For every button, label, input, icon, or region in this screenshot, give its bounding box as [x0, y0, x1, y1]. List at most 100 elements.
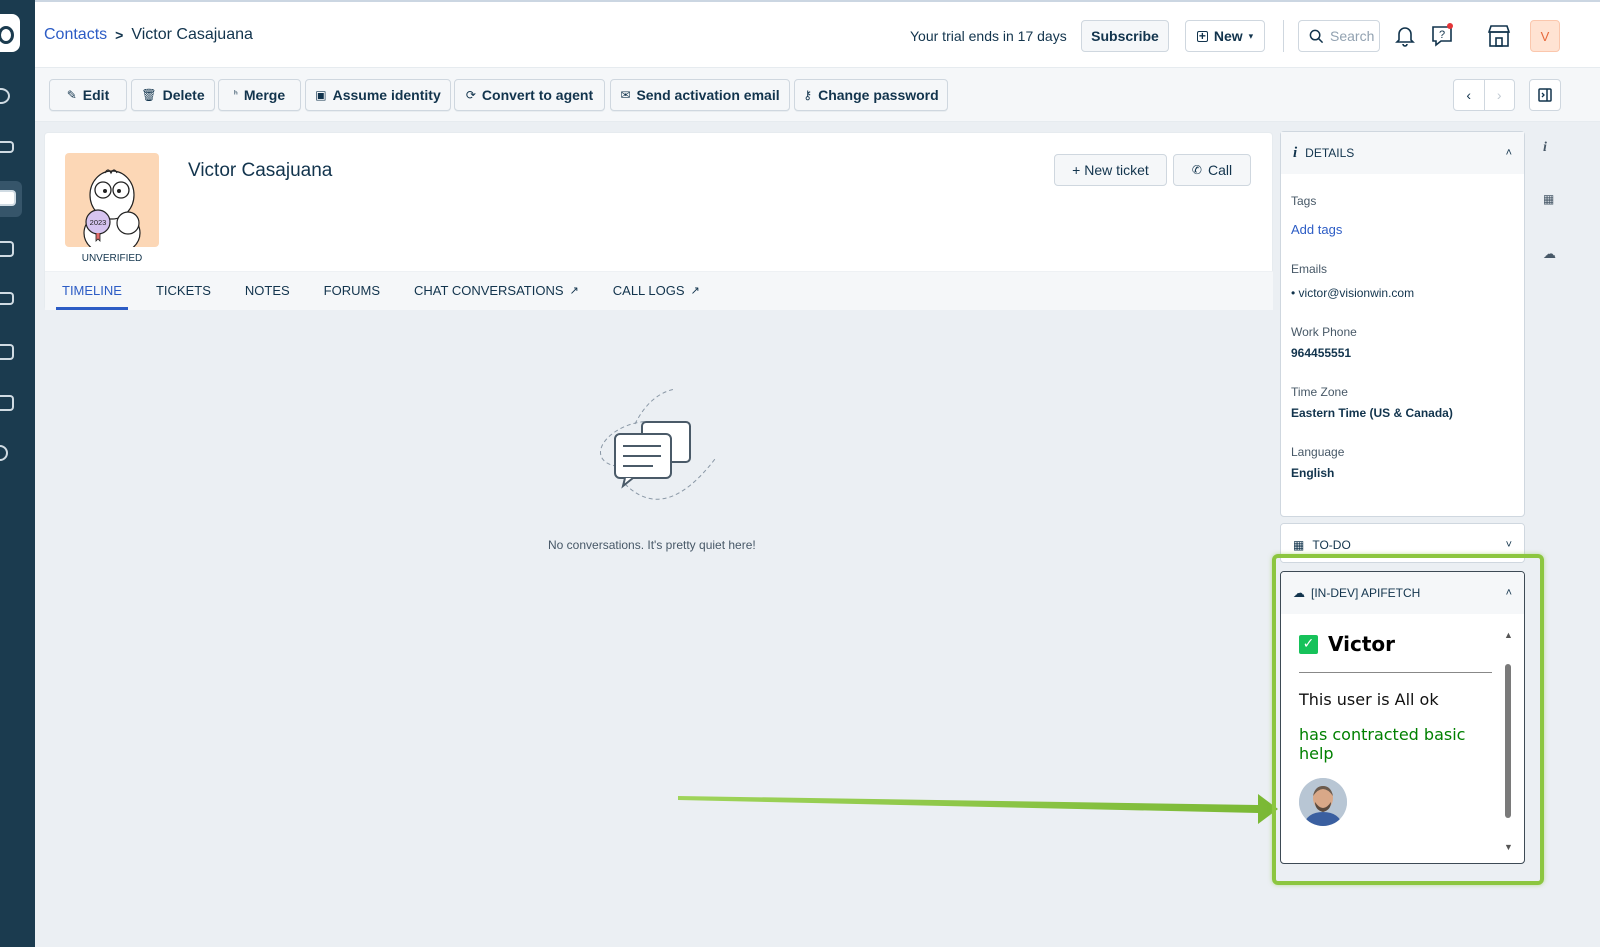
tab-call-logs[interactable]: CALL LOGS ↗ — [596, 272, 717, 310]
help-icon[interactable]: ? — [1429, 22, 1457, 50]
tab-timeline[interactable]: TIMELINE — [45, 272, 139, 310]
tab-forums[interactable]: FORUMS — [307, 272, 397, 310]
breadcrumb: Contacts > Victor Casajuana — [44, 26, 253, 44]
convert-to-agent-button[interactable]: ⟳ Convert to agent — [454, 79, 605, 111]
call-button[interactable]: ✆ Call — [1173, 154, 1251, 186]
apifetch-title: [IN-DEV] APIFETCH — [1311, 586, 1421, 600]
contact-profile-card: 2023 UNVERIFIED Victor Casajuana + New t… — [44, 132, 1273, 310]
cloud-icon: ☁ — [1293, 586, 1305, 600]
phone-icon: ✆ — [1191, 163, 1202, 177]
tickets-icon[interactable] — [0, 141, 14, 153]
scroll-up-icon[interactable]: ▲ — [1504, 630, 1513, 640]
marketplace-store-icon[interactable] — [1485, 22, 1513, 50]
time-zone-value: Eastern Time (US & Canada) — [1291, 406, 1453, 420]
language-label: Language — [1291, 445, 1345, 459]
apifetch-user-name: Victor — [1328, 632, 1396, 656]
tab-tickets[interactable]: TICKETS — [139, 272, 228, 310]
info-icon: i — [1293, 144, 1298, 161]
edit-icon: ✎ — [66, 88, 77, 102]
search-input[interactable]: Search — [1298, 20, 1380, 52]
tab-notes[interactable]: NOTES — [228, 272, 307, 310]
chevron-up-icon[interactable]: ˄ — [1506, 587, 1512, 599]
groups-icon[interactable] — [0, 344, 14, 360]
add-tags-link[interactable]: Add tags — [1291, 222, 1342, 237]
edit-label: Edit — [82, 87, 110, 103]
apifetch-status-text: This user is All ok — [1299, 690, 1439, 709]
assume-identity-button[interactable]: ▣ Assume identity — [305, 79, 451, 111]
key-icon: ⚷ — [803, 88, 813, 102]
verification-status: UNVERIFIED — [81, 253, 143, 264]
new-label: New — [1213, 28, 1243, 44]
change-password-button[interactable]: ⚷ Change password — [794, 79, 948, 111]
tab-chat-conversations[interactable]: CHAT CONVERSATIONS ↗ — [397, 272, 596, 310]
edit-button[interactable]: ✎ Edit — [49, 79, 127, 111]
apifetch-contract-text: has contracted basic help — [1299, 725, 1466, 763]
send-activation-email-label: Send activation email — [636, 87, 780, 103]
bullet-icon: • — [1291, 286, 1299, 300]
user-heading: ✓ Victor — [1299, 632, 1395, 656]
change-password-label: Change password — [818, 87, 939, 103]
breadcrumb-separator-icon: > — [115, 27, 124, 43]
cloud-rail-icon[interactable]: ☁ — [1543, 246, 1556, 262]
convert-icon: ⟳ — [465, 88, 476, 102]
breadcrumb-contacts-link[interactable]: Contacts — [44, 26, 107, 44]
tags-label: Tags — [1291, 194, 1317, 208]
chevron-down-icon[interactable]: ˅ — [1506, 539, 1512, 551]
sidebar-toggle-icon[interactable] — [1529, 79, 1561, 111]
svg-text:?: ? — [1439, 29, 1445, 41]
forums-icon[interactable] — [0, 292, 14, 305]
tab-label: CALL LOGS — [612, 283, 685, 298]
email-value: • victor@visionwin.com — [1291, 286, 1414, 300]
scroll-down-icon[interactable]: ▼ — [1504, 842, 1513, 852]
apifetch-scrollbar[interactable]: ▲ ▼ — [1504, 630, 1513, 852]
scroll-thumb[interactable] — [1505, 664, 1511, 818]
email-text: victor@visionwin.com — [1298, 286, 1415, 300]
user-avatar[interactable]: V — [1530, 20, 1560, 52]
convert-to-agent-label: Convert to agent — [481, 87, 594, 103]
work-phone-label: Work Phone — [1291, 325, 1357, 339]
subscribe-label: Subscribe — [1091, 28, 1159, 44]
todo-title: TO-DO — [1312, 538, 1351, 552]
delete-label: Delete — [162, 87, 205, 103]
info-rail-icon[interactable]: i — [1543, 140, 1547, 156]
delete-button[interactable]: 🗑 Delete — [131, 79, 215, 111]
next-record-chevron-icon[interactable]: › — [1483, 80, 1515, 110]
merge-button[interactable]: ᑋ Merge — [218, 79, 301, 111]
dashboard-icon[interactable] — [0, 88, 10, 104]
breadcrumb-current: Victor Casajuana — [131, 26, 253, 43]
assume-identity-label: Assume identity — [332, 87, 441, 103]
apifetch-panel-header[interactable]: ☁ [IN-DEV] APIFETCH ˄ — [1281, 572, 1524, 614]
chevron-up-icon[interactable]: ˄ — [1506, 147, 1512, 159]
subscribe-button[interactable]: Subscribe — [1081, 20, 1169, 52]
new-button[interactable]: + New ▾ — [1185, 20, 1265, 52]
external-link-icon: ↗ — [690, 285, 700, 297]
contact-avatar: 2023 — [65, 153, 159, 247]
details-panel: i DETAILS ˄ Tags Add tags Emails • victo… — [1280, 131, 1525, 517]
calendar-rail-icon[interactable]: ▦ — [1543, 192, 1554, 206]
notifications-bell-icon[interactable] — [1391, 22, 1419, 50]
search-placeholder: Search — [1330, 28, 1375, 44]
send-activation-email-button[interactable]: ✉ Send activation email — [610, 79, 790, 111]
record-pager: ‹ › — [1453, 79, 1515, 111]
contact-tabs: TIMELINE TICKETS NOTES FORUMS CHAT CONVE… — [45, 271, 1273, 310]
apifetch-content: ✓ Victor This user is All ok has contrac… — [1281, 614, 1503, 863]
search-icon — [1309, 29, 1324, 43]
apifetch-user-avatar — [1299, 778, 1347, 826]
details-panel-header[interactable]: i DETAILS ˄ — [1281, 132, 1524, 174]
tab-label: FORUMS — [323, 283, 381, 298]
external-link-icon: ↗ — [569, 285, 579, 297]
header-divider — [1283, 20, 1284, 52]
app-logo-icon[interactable] — [0, 14, 20, 52]
empty-conversations-icon — [599, 388, 716, 500]
annotation-arrow — [678, 794, 1278, 824]
identity-icon: ▣ — [315, 88, 327, 102]
solutions-icon[interactable] — [0, 241, 14, 257]
calendar-icon: ▦ — [1293, 538, 1305, 552]
contacts-icon[interactable] — [0, 190, 16, 206]
tab-label: TICKETS — [155, 283, 211, 298]
previous-record-chevron-icon[interactable]: ‹ — [1454, 80, 1484, 110]
right-rail: i ▦ ☁ — [1535, 122, 1565, 947]
settings-gear-icon[interactable] — [0, 445, 8, 461]
new-ticket-button[interactable]: + New ticket — [1054, 154, 1167, 186]
reports-icon[interactable] — [0, 395, 14, 411]
